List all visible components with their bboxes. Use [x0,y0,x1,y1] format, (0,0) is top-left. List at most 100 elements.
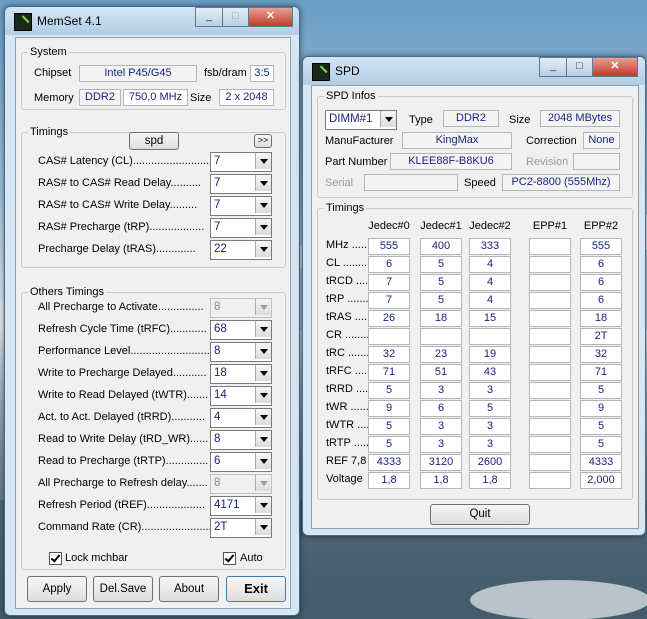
other-timing-select-value: 68 [214,323,227,335]
chevron-down-icon [255,387,271,403]
manufacturer-label: ManuFacturer [325,135,394,147]
spd-cell: 4 [469,256,511,273]
spd-cell: 400 [420,238,462,255]
other-timing-select[interactable]: 68 [210,320,272,340]
auto-label: Auto [240,552,263,564]
other-timing-select-value: 4 [214,411,221,423]
spd-cell [529,256,571,273]
chevron-down-icon [255,497,271,513]
other-timing-select[interactable]: 4171 [210,496,272,516]
del-save-button[interactable]: Del.Save [93,576,153,602]
spd-cell: 5 [368,382,410,399]
lock-mchbar-checkbox[interactable] [49,552,62,565]
timing-select-value: 22 [214,243,227,255]
timing-select[interactable]: 22 [210,240,272,260]
other-timing-select[interactable]: 8 [210,474,272,494]
serial-value [364,174,458,191]
spd-column-header: EPP#2 [583,220,619,232]
spd-cell: 26 [368,310,410,327]
size-value: 2 x 2048 [219,89,274,106]
other-timing-select[interactable]: 4 [210,408,272,428]
spd-cell [529,364,571,381]
spd-cell [529,292,571,309]
chevron-down-icon [255,519,271,535]
spd-cell: 5 [420,274,462,291]
timing-select[interactable]: 7 [210,196,272,216]
maximize-button[interactable]: □ [222,7,249,27]
auto-checkbox[interactable] [223,552,236,565]
other-timing-select[interactable]: 2T [210,518,272,538]
other-timing-select-value: 8 [214,433,221,445]
minimize-button[interactable]: _ [195,7,223,27]
other-timing-select-value: 14 [214,389,227,401]
spd-row-label: CL ......... [326,257,371,269]
chevron-down-icon [255,197,271,213]
other-timing-label: Refresh Period (tREF)................... [38,499,205,511]
spd-cell [469,328,511,345]
timings-legend: Timings [30,126,69,138]
spd-cell: 3 [469,418,511,435]
memset-client-area: System Chipset Intel P45/G45 fsb/dram 3:… [15,37,291,609]
timing-select[interactable]: 7 [210,152,272,172]
spd-cell: 1,8 [420,472,462,489]
spd-cell: 3120 [420,454,462,471]
spd-cell: 4 [469,292,511,309]
chevron-down-icon [255,299,271,315]
timing-label: RAS# Precharge (tRP).................. [38,221,205,233]
chevron-down-icon [255,409,271,425]
timing-select[interactable]: 7 [210,218,272,238]
apply-button[interactable]: Apply [27,576,87,602]
correction-value: None [583,132,620,149]
spd-cell: 3 [420,382,462,399]
spd-infos-legend: SPD Infos [326,90,376,102]
other-timing-select[interactable]: 6 [210,452,272,472]
timing-select[interactable]: 7 [210,174,272,194]
memory-speed: 750,0 MHz [123,89,188,106]
spd-cell: 9 [580,400,622,417]
quit-button[interactable]: Quit [430,504,530,525]
spd-maximize-button[interactable]: □ [566,57,593,77]
manufacturer-value: KingMax [402,132,512,149]
spd-cell: 32 [368,346,410,363]
dimm-select[interactable]: DIMM#1 [325,110,397,130]
spd-column-header: EPP#1 [532,220,568,232]
other-timing-select[interactable]: 8 [210,430,272,450]
system-legend: System [30,46,67,58]
type-label: Type [409,114,433,126]
part-number-label: Part Number [325,156,388,168]
chevron-down-icon [255,431,271,447]
spd-close-button[interactable]: ✕ [592,57,638,77]
chevron-down-icon [255,365,271,381]
chevron-down-icon [255,453,271,469]
other-timing-select[interactable]: 14 [210,386,272,406]
spd-cell: 3 [469,436,511,453]
exit-button[interactable]: Exit [226,576,286,602]
part-number-value: KLEE88F-B8KU6 [390,153,512,170]
spd-cell: 6 [368,256,410,273]
close-button[interactable]: ✕ [248,7,293,27]
spd-row-label: Voltage [326,473,363,485]
other-timing-label: Write to Read Delayed (tWTR)....... [38,389,209,401]
spd-minimize-button[interactable]: _ [539,57,567,77]
other-timing-select[interactable]: 18 [210,364,272,384]
other-timing-select[interactable]: 8 [210,298,272,318]
other-timing-select[interactable]: 8 [210,342,272,362]
chevron-down-icon [255,343,271,359]
expand-button[interactable]: >> [254,134,272,148]
spd-client-area: SPD Infos DIMM#1 Type DDR2 Size 2048 MBy… [311,85,639,529]
spd-cell [529,328,571,345]
spd-button[interactable]: spd [129,132,179,150]
about-button[interactable]: About [159,576,219,602]
spd-cell: 71 [580,364,622,381]
spd-cell: 32 [580,346,622,363]
spd-cell: 18 [580,310,622,327]
spd-cell: 71 [368,364,410,381]
timing-select-value: 7 [214,177,221,189]
spd-cell: 2T [580,328,622,345]
spd-cell [529,382,571,399]
spd-cell: 43 [469,364,511,381]
fsb-label: fsb/dram [204,67,247,79]
spd-cell: 2,000 [580,472,622,489]
chevron-down-icon [255,219,271,235]
spd-cell [529,400,571,417]
